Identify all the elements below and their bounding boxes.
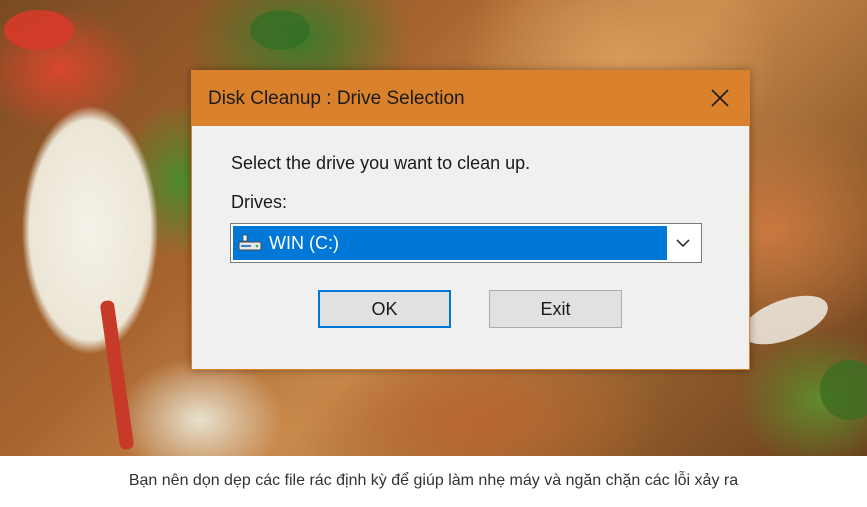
exit-button[interactable]: Exit [489, 290, 622, 328]
image-caption: Bạn nên dọn dẹp các file rác định kỳ để … [128, 472, 739, 489]
dialog-title: Disk Cleanup : Drive Selection [208, 88, 465, 109]
drive-selection-dialog: Disk Cleanup : Drive Selection Select th… [191, 70, 750, 370]
drive-select-text: WIN (C:) [269, 232, 339, 253]
photo-detail [735, 285, 835, 355]
drive-icon [237, 233, 263, 253]
drives-label: Drives: [231, 192, 288, 212]
prompt-text: Select the drive you want to clean up. [231, 153, 531, 173]
dialog-titlebar[interactable]: Disk Cleanup : Drive Selection [192, 71, 749, 126]
photo-detail [820, 360, 867, 420]
ok-button[interactable]: OK [318, 290, 451, 328]
drive-select[interactable]: WIN (C:) [230, 223, 702, 263]
photo-detail [250, 10, 310, 50]
close-icon[interactable] [701, 81, 739, 115]
drive-select-value: WIN (C:) [233, 226, 667, 260]
photo-detail [99, 299, 135, 451]
chevron-down-icon[interactable] [673, 233, 693, 253]
photo-detail [4, 10, 74, 50]
